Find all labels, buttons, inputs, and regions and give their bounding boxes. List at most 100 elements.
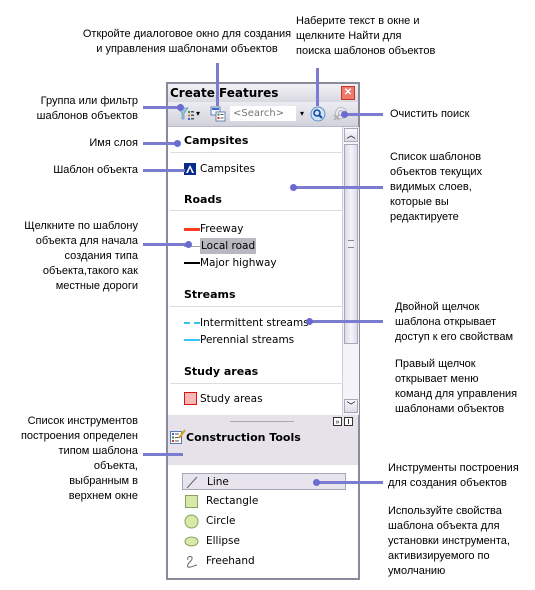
polygon-symbol xyxy=(184,392,197,405)
callout-line-open-dialog xyxy=(216,63,219,106)
scroll-thumb[interactable] xyxy=(344,144,358,344)
vertical-scrollbar[interactable]: ︿ ﹀ xyxy=(342,127,359,415)
tool-label: Rectangle xyxy=(206,495,259,507)
group-divider xyxy=(170,383,342,384)
intermittent-stream-symbol xyxy=(184,322,200,324)
callout-line-feature-template xyxy=(143,169,185,172)
callout-line-double-click xyxy=(309,320,383,323)
group-divider xyxy=(170,306,342,307)
callout-dot xyxy=(341,111,348,118)
callout-line-group-filter xyxy=(143,106,181,109)
pane-splitter[interactable]: » xyxy=(168,415,358,429)
close-icon: ✕ xyxy=(343,87,353,98)
layer-group-study-areas[interactable]: Study areas xyxy=(184,365,258,378)
create-features-window: Create Features ✕ ▾ ▾ xyxy=(166,82,360,580)
tool-label: Freehand xyxy=(206,555,255,567)
window-title: Create Features xyxy=(170,86,279,100)
callout-line-clear-search xyxy=(345,113,383,116)
template-major-highway[interactable]: Major highway xyxy=(184,256,304,270)
callout-line-click-template xyxy=(143,243,188,246)
annotation-group-filter: Группа или фильтр шаблонов объектов xyxy=(36,95,138,122)
template-label: Intermittent streams xyxy=(200,317,309,329)
circle-tool-icon xyxy=(184,514,199,529)
tool-circle[interactable]: Circle xyxy=(182,513,346,530)
search-input[interactable] xyxy=(230,106,296,121)
layer-group-campsites[interactable]: Campsites xyxy=(184,134,248,147)
callout-line-layer-name xyxy=(143,142,176,145)
template-study-areas[interactable]: Study areas xyxy=(184,392,304,406)
annotation-use-properties: Используйте свойства шаблона объекта для… xyxy=(388,505,510,577)
chevron-down-icon: ﹀ xyxy=(346,401,356,411)
campsite-marker-icon xyxy=(184,163,196,175)
tool-label: Circle xyxy=(206,515,236,527)
construction-tools-icon xyxy=(170,429,186,444)
collapse-button[interactable]: » xyxy=(333,417,342,426)
template-freeway[interactable]: Freeway xyxy=(184,222,304,236)
construction-tools-header: Construction Tools xyxy=(168,429,358,465)
callout-line-construction-tools xyxy=(316,481,383,484)
feature-templates-list: Campsites Campsites Roads Freeway Local … xyxy=(168,127,342,415)
group-divider xyxy=(170,210,342,211)
template-label: Freeway xyxy=(200,223,244,235)
layer-group-streams[interactable]: Streams xyxy=(184,288,236,301)
template-label-selected: Local road xyxy=(200,238,257,254)
annotation-double-click: Двойной щелчок шаблона открывает доступ … xyxy=(395,301,514,343)
perennial-stream-symbol xyxy=(184,339,200,341)
template-campsites[interactable]: Campsites xyxy=(184,162,304,176)
scroll-up-button[interactable]: ︿ xyxy=(344,128,358,142)
callout-dot xyxy=(185,241,192,248)
callout-line-templates-list xyxy=(293,186,383,189)
annotation-tools-list: Список инструментов построения определен… xyxy=(20,415,138,502)
construction-tools-title: Construction Tools xyxy=(186,431,301,444)
annotation-open-dialog: Откройте диалоговое окно для создания и … xyxy=(82,28,292,55)
callout-dot xyxy=(313,479,320,486)
annotation-click-template: Щелкните по шаблону объекта для начала с… xyxy=(24,220,138,292)
group-divider xyxy=(170,152,342,153)
title-bar[interactable]: Create Features ✕ xyxy=(168,84,358,102)
annotation-construction-tools: Инструменты построения для создания объе… xyxy=(388,462,519,489)
template-label: Perennial streams xyxy=(200,334,295,346)
search-icon[interactable] xyxy=(310,106,326,122)
annotation-feature-template: Шаблон объекта xyxy=(53,164,138,176)
pin-icon xyxy=(348,419,349,424)
scroll-down-button[interactable]: ﹀ xyxy=(344,399,358,413)
callout-line-tools-list xyxy=(143,453,183,456)
callout-line-search xyxy=(316,68,319,106)
annotation-right-click: Правый щелчок открывает меню команд для … xyxy=(395,358,518,415)
chevron-up-icon: ︿ xyxy=(346,130,356,140)
organize-templates-icon[interactable] xyxy=(210,106,226,122)
ellipse-tool-icon xyxy=(184,536,199,547)
annotation-search-text: Наберите текст в окне и щелкните Найти д… xyxy=(296,15,436,57)
grip-icon xyxy=(348,240,354,248)
major-highway-line-symbol xyxy=(184,262,200,264)
toolbar: ▾ ▾ xyxy=(168,102,358,127)
tool-rectangle[interactable]: Rectangle xyxy=(182,493,346,510)
tool-label: Ellipse xyxy=(206,535,240,547)
template-perennial-streams[interactable]: Perennial streams xyxy=(184,333,334,347)
template-label: Major highway xyxy=(200,257,277,269)
template-label: Campsites xyxy=(200,163,256,175)
freeway-line-symbol xyxy=(184,228,200,231)
callout-dot xyxy=(177,104,184,111)
template-label: Study areas xyxy=(200,393,263,405)
callout-dot xyxy=(306,318,313,325)
group-dropdown-arrow[interactable]: ▾ xyxy=(196,106,200,122)
splitter-grip xyxy=(230,421,294,422)
annotation-layer-name: Имя слоя xyxy=(89,137,138,149)
tool-freehand[interactable]: Freehand xyxy=(182,553,346,570)
line-tool-icon xyxy=(186,476,198,489)
annotation-clear-search: Очистить поиск xyxy=(390,108,470,120)
annotation-templates-list: Список шаблонов объектов текущих видимых… xyxy=(390,151,483,223)
close-button[interactable]: ✕ xyxy=(341,86,355,100)
tool-label: Line xyxy=(207,476,229,488)
search-dropdown-arrow[interactable]: ▾ xyxy=(297,106,307,121)
template-local-road[interactable]: Local road xyxy=(184,238,304,254)
pin-button[interactable] xyxy=(344,417,353,426)
double-chevron-down-icon: » xyxy=(335,419,340,426)
tool-ellipse[interactable]: Ellipse xyxy=(182,533,346,550)
callout-dot xyxy=(174,140,181,147)
rectangle-tool-icon xyxy=(185,495,198,508)
layer-group-roads[interactable]: Roads xyxy=(184,193,222,206)
freehand-tool-icon xyxy=(187,556,198,568)
callout-dot xyxy=(290,184,297,191)
